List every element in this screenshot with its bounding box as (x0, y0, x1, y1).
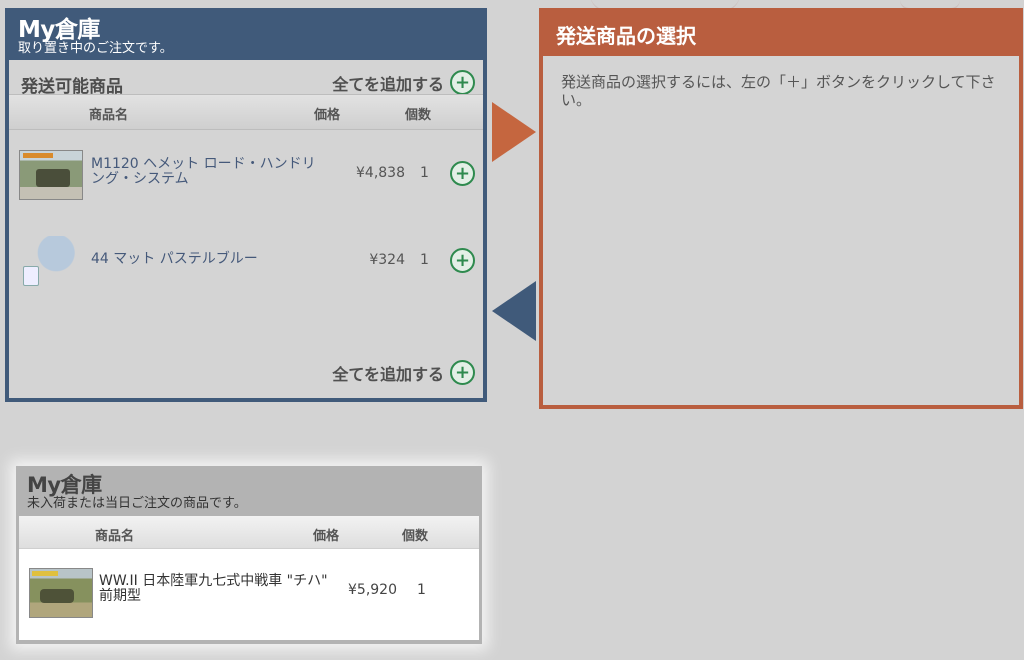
product-name[interactable]: M1120 ヘメット ロード・ハンドリング・システム (91, 157, 321, 187)
unshipped-subtitle: 未入荷または当日ご注文の商品です。 (27, 496, 247, 511)
table-header: 商品名 価格 個数 (19, 516, 479, 549)
table-row: WW.II 日本陸軍九七式中戦車 "チハ" 前期型 ¥5,920 1 (19, 560, 479, 620)
paint-jar-icon (19, 236, 81, 286)
arrow-left-icon (492, 281, 536, 341)
add-item-button[interactable]: + (450, 161, 475, 186)
product-qty: 1 (417, 582, 426, 598)
tank-kit-box-icon (29, 568, 93, 618)
column-header-name: 商品名 (89, 108, 129, 123)
plus-circle-icon: + (450, 70, 475, 95)
plus-circle-icon: + (450, 360, 475, 385)
warehouse-subtitle: 取り置き中のご注文です。 (18, 41, 173, 56)
column-header-price: 価格 (314, 108, 341, 123)
shipping-title: 発送商品の選択 (556, 24, 696, 48)
warehouse-panel: My倉庫 取り置き中のご注文です。 発送可能商品 全てを追加する + 商品名 価… (5, 8, 487, 402)
shipping-selection-panel: 発送商品の選択 発送商品の選択するには、左の「＋」ボタンをクリックして下さい。 (539, 8, 1023, 409)
add-all-label: 全てを追加する (332, 74, 444, 94)
product-name[interactable]: 44 マット パステルブルー (91, 252, 321, 267)
warehouse-content: 発送可能商品 全てを追加する + 商品名 価格 個数 M1120 ヘメット ロー… (9, 60, 483, 398)
add-all-button-top[interactable]: 全てを追加する + (332, 70, 475, 95)
column-header-qty: 個数 (405, 108, 432, 123)
product-price: ¥4,838 (356, 165, 405, 181)
add-all-button-bottom[interactable]: 全てを追加する + (332, 360, 475, 385)
table-header: 商品名 価格 個数 (9, 94, 483, 130)
column-header-name: 商品名 (95, 529, 135, 544)
shipping-content: 発送商品の選択するには、左の「＋」ボタンをクリックして下さい。 (543, 56, 1019, 405)
column-header-qty: 個数 (402, 529, 429, 544)
product-qty: 1 (420, 252, 429, 268)
model-kit-box-icon (19, 150, 83, 200)
add-item-button[interactable]: + (450, 248, 475, 273)
add-all-label: 全てを追加する (332, 364, 444, 384)
product-name[interactable]: WW.II 日本陸軍九七式中戦車 "チハ" 前期型 (99, 574, 329, 604)
product-qty: 1 (420, 165, 429, 181)
product-price: ¥324 (369, 252, 405, 268)
unshipped-content: 商品名 価格 個数 WW.II 日本陸軍九七式中戦車 "チハ" 前期型 ¥5,9… (19, 516, 479, 640)
table-row: M1120 ヘメット ロード・ハンドリング・システム ¥4,838 1 + (9, 144, 483, 204)
column-header-price: 価格 (313, 529, 340, 544)
arrow-right-icon (492, 102, 536, 162)
unshipped-warehouse-panel: My倉庫 未入荷または当日ご注文の商品です。 商品名 価格 個数 WW.II 日… (16, 466, 482, 644)
product-price: ¥5,920 (348, 582, 397, 598)
table-row: 44 マット パステルブルー ¥324 1 + (9, 232, 483, 292)
shipping-instruction: 発送商品の選択するには、左の「＋」ボタンをクリックして下さい。 (561, 73, 996, 109)
